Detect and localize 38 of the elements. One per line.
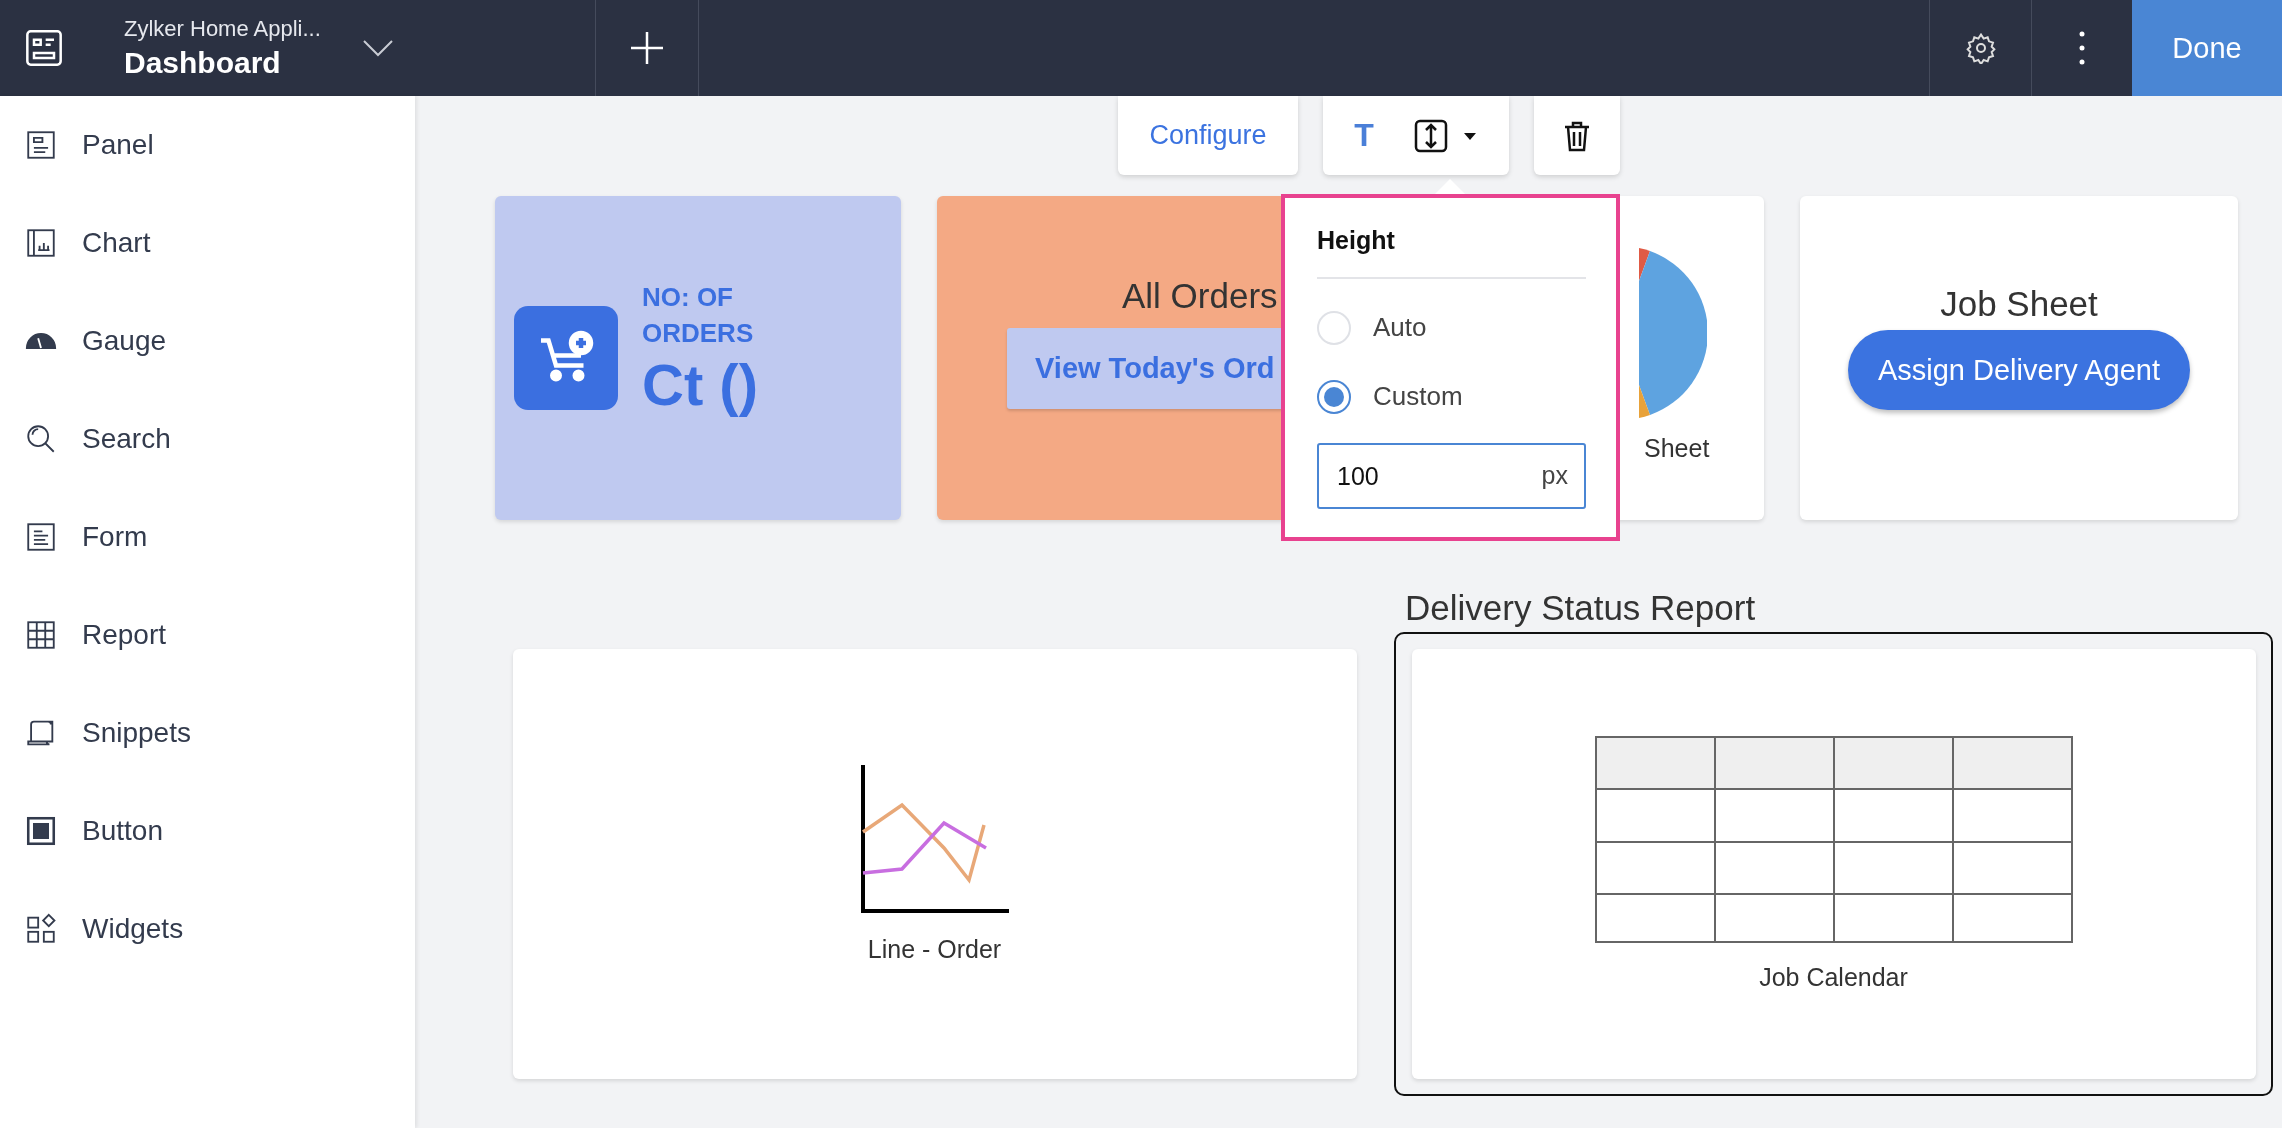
page-title: Dashboard bbox=[124, 46, 282, 80]
card-title: Job Sheet bbox=[1940, 284, 2098, 324]
dashboard-icon[interactable] bbox=[24, 28, 64, 68]
panel-icon bbox=[24, 128, 58, 162]
sidebar-item[interactable]: Report bbox=[82, 619, 167, 651]
chart-label: Sheet bbox=[1644, 434, 1710, 463]
popup-title: Height bbox=[1317, 226, 1586, 279]
widget-label: Job Calendar bbox=[1759, 963, 1908, 992]
sidebar-item[interactable]: Search bbox=[82, 423, 171, 455]
chevron-down-icon[interactable] bbox=[362, 38, 394, 58]
metric-title: NO: OF ORDERS bbox=[642, 280, 755, 350]
chart-icon bbox=[24, 226, 58, 260]
metric-value: Ct () bbox=[642, 350, 759, 418]
sidebar-item[interactable]: Button bbox=[82, 815, 163, 847]
sidebar-item[interactable]: Snippets bbox=[82, 717, 191, 749]
text-button[interactable]: T bbox=[1348, 116, 1380, 155]
sidebar-item[interactable]: Gauge bbox=[82, 325, 167, 357]
app-name: Zylker Home Appli... bbox=[124, 16, 322, 42]
settings-icon[interactable] bbox=[1964, 32, 1997, 64]
section-title: Delivery Status Report bbox=[1405, 588, 1757, 629]
sidebar-item[interactable]: Form bbox=[82, 521, 148, 553]
grid-icon bbox=[24, 618, 58, 652]
widget-label: Line - Order bbox=[867, 934, 1002, 964]
sidebar-item[interactable]: Widgets bbox=[82, 913, 184, 945]
cart-icon bbox=[514, 306, 618, 410]
sidebar-item[interactable]: Panel bbox=[82, 129, 154, 161]
done-button[interactable]: Done bbox=[2132, 0, 2282, 96]
button-icon bbox=[24, 814, 58, 848]
unit-label: px bbox=[1541, 461, 1568, 490]
sidebar-item[interactable]: Chart bbox=[82, 227, 151, 259]
more-icon[interactable] bbox=[2079, 31, 2085, 65]
assign-agent-button[interactable]: Assign Delivery Agent bbox=[1847, 330, 2191, 410]
radio-button[interactable] bbox=[1317, 379, 1351, 414]
widgets-icon bbox=[24, 912, 58, 946]
plus-icon[interactable] bbox=[630, 31, 664, 65]
trash-icon[interactable] bbox=[1563, 119, 1591, 152]
card-title: All Orders bbox=[1122, 276, 1279, 316]
form-icon bbox=[24, 520, 58, 554]
